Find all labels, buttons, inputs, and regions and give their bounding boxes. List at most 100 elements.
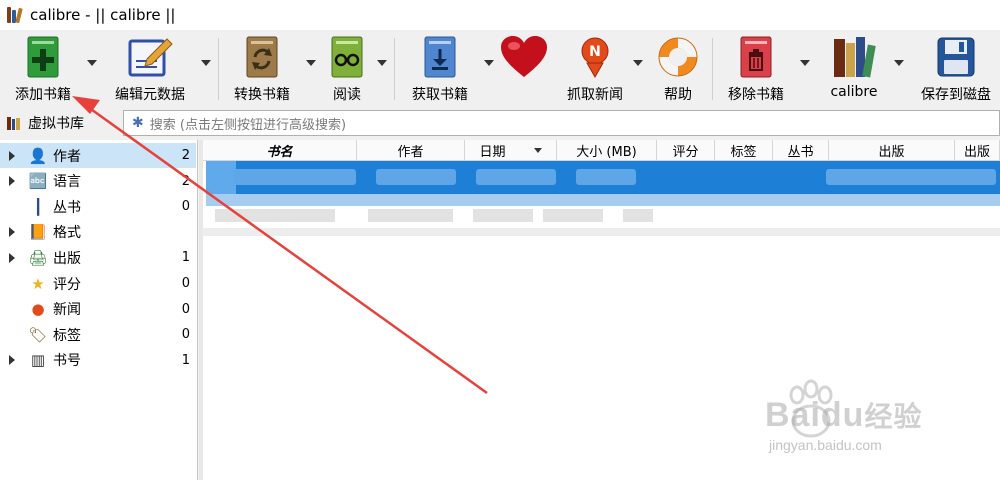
help-button[interactable]: 帮助 xyxy=(652,30,704,106)
save-to-disk-button[interactable]: 保存到磁盘 xyxy=(914,30,998,106)
tag-browser-item-label: 标签 xyxy=(53,327,81,344)
read-dropdown[interactable] xyxy=(376,30,388,106)
book-list-header: 书名 作者 日期 大小 (MB) 评分 标签 丛书 出版 出版 xyxy=(203,140,1000,161)
tag-browser-item[interactable]: ▥ 书号 1 xyxy=(0,348,196,373)
tag-browser-item-count: 0 xyxy=(181,301,190,317)
tag-browser-item[interactable]: 🔤 语言 2 xyxy=(0,169,196,194)
chevron-down-icon xyxy=(377,60,387,66)
add-books-dropdown[interactable] xyxy=(86,30,98,106)
book-format-icon: 📙 xyxy=(28,223,48,242)
convert-books-dropdown[interactable] xyxy=(305,30,317,106)
edit-metadata-label: 编辑元数据 xyxy=(115,87,185,103)
tag-browser-item[interactable]: ● 新闻 0 xyxy=(0,297,196,322)
convert-books-button[interactable]: 转换书籍 xyxy=(226,30,298,106)
edit-metadata-dropdown[interactable] xyxy=(200,30,212,106)
get-books-dropdown[interactable] xyxy=(483,30,495,106)
column-header-label: 作者 xyxy=(397,145,424,160)
column-header-label: 出版 xyxy=(878,145,905,160)
column-header[interactable]: 作者 xyxy=(357,140,465,161)
heart-icon xyxy=(500,32,548,82)
fetch-news-button[interactable]: N 抓取新闻 xyxy=(560,30,630,106)
calibre-library-dropdown[interactable] xyxy=(893,30,905,106)
watermark-brand-text: Baidu xyxy=(765,396,865,434)
tag-browser-item[interactable]: 📙 格式 xyxy=(0,220,196,245)
calibre-window: calibre - || calibre || 添加书籍 编辑元数据 转换书籍 … xyxy=(0,0,1000,480)
fetch-news-label: 抓取新闻 xyxy=(567,87,623,103)
column-header[interactable]: 出版 xyxy=(829,140,955,161)
tag-browser-item-label: 作者 xyxy=(53,148,81,165)
column-header[interactable]: 日期 xyxy=(465,140,557,161)
tag-browser-item-count: 2 xyxy=(181,173,190,189)
tag-browser-item[interactable]: 🖨 出版 1 xyxy=(0,245,196,270)
convert-books-label: 转换书籍 xyxy=(234,87,290,103)
watermark-brand: Baidu经验 xyxy=(765,395,922,435)
tag-browser-item[interactable]: 👤 作者 2 xyxy=(0,143,196,168)
chevron-down-icon xyxy=(800,60,810,66)
watermark-url: jingyan.baidu.com xyxy=(769,437,882,453)
title-bar: calibre - || calibre || xyxy=(0,0,1000,30)
tag-browser-item-count: 0 xyxy=(181,327,190,343)
library-icon xyxy=(6,115,22,131)
expand-arrow-icon[interactable] xyxy=(9,355,15,366)
column-header[interactable]: 书名 xyxy=(203,140,357,161)
column-header[interactable]: 评分 xyxy=(657,140,715,161)
baidu-watermark: Baidu经验 jingyan.baidu.com xyxy=(765,375,995,465)
remove-book-icon xyxy=(732,32,780,82)
chevron-down-icon xyxy=(633,60,643,66)
edit-metadata-button[interactable]: 编辑元数据 xyxy=(108,30,192,106)
convert-book-icon xyxy=(238,32,286,82)
main-toolbar: 添加书籍 编辑元数据 转换书籍 阅读 获取书籍 N 抓取新闻 帮助 移除书籍 c… xyxy=(0,30,1000,106)
blurred-cell xyxy=(368,209,453,222)
column-header[interactable]: 大小 (MB) xyxy=(557,140,657,161)
expand-arrow-icon[interactable] xyxy=(9,176,15,187)
library-books-icon xyxy=(830,32,878,82)
help-label: 帮助 xyxy=(664,87,692,103)
blurred-cell xyxy=(376,169,456,185)
blurred-cell xyxy=(215,209,335,222)
donate-button[interactable] xyxy=(498,30,550,106)
virtual-library-button[interactable]: 虚拟书库 xyxy=(6,112,84,134)
column-header[interactable]: 标签 xyxy=(715,140,773,161)
barcode-icon: ▥ xyxy=(30,351,46,370)
tag-browser-item-count: 1 xyxy=(181,352,190,368)
search-input[interactable]: ✱ 搜索 (点击左侧按钮进行高级搜索) xyxy=(123,110,1000,136)
publisher-icon: 🖨 xyxy=(28,248,48,267)
language-icon: 🔤 xyxy=(28,172,48,191)
table-row-highlight xyxy=(206,194,1000,206)
blurred-cell xyxy=(473,209,533,222)
add-books-button[interactable]: 添加书籍 xyxy=(8,30,78,106)
row-edge xyxy=(206,161,236,194)
blurred-cell xyxy=(623,209,653,222)
column-header-label: 大小 (MB) xyxy=(576,145,637,160)
news-icon: N xyxy=(571,32,619,82)
tag-browser-item-label: 评分 xyxy=(53,276,81,293)
gear-icon[interactable]: ✱ xyxy=(132,115,144,131)
table-row-selected[interactable] xyxy=(206,161,1000,194)
calibre-logo-icon xyxy=(6,6,24,24)
column-header[interactable]: 出版 xyxy=(955,140,1000,161)
column-header-label: 书名 xyxy=(266,145,293,160)
table-row[interactable] xyxy=(203,206,1000,226)
fetch-news-dropdown[interactable] xyxy=(632,30,644,106)
tag-browser-item[interactable]: 🏷 标签 0 xyxy=(0,322,196,347)
expand-arrow-icon[interactable] xyxy=(9,227,15,238)
column-header-label: 日期 xyxy=(479,145,506,160)
read-button[interactable]: 阅读 xyxy=(322,30,372,106)
get-books-button[interactable]: 获取书籍 xyxy=(404,30,476,106)
tag-browser-item[interactable]: ★ 评分 0 xyxy=(0,271,196,296)
calibre-library-button[interactable]: calibre xyxy=(818,30,890,106)
tag-browser-item-count: 2 xyxy=(181,148,190,163)
expand-arrow-icon[interactable] xyxy=(9,150,15,161)
tag-browser: 👤 作者 2 🔤 语言 2 ┃ 丛书 0 📙 格式 🖨 出版 1 ★ 评分 0 ● 新闻 0 🏷 标签 0 ▥ 书号 1 xyxy=(0,140,198,480)
remove-books-button[interactable]: 移除书籍 xyxy=(720,30,792,106)
tag-browser-item[interactable]: ┃ 丛书 0 xyxy=(0,194,196,219)
toolbar-separator xyxy=(218,38,219,100)
expand-arrow-icon[interactable] xyxy=(9,252,15,263)
blurred-cell xyxy=(826,169,996,185)
watermark-brand-cn: 经验 xyxy=(864,401,923,432)
add-book-icon xyxy=(19,32,67,82)
remove-books-dropdown[interactable] xyxy=(799,30,811,106)
window-title: calibre - || calibre || xyxy=(30,6,176,24)
news-icon: ● xyxy=(31,300,45,319)
column-header[interactable]: 丛书 xyxy=(773,140,829,161)
